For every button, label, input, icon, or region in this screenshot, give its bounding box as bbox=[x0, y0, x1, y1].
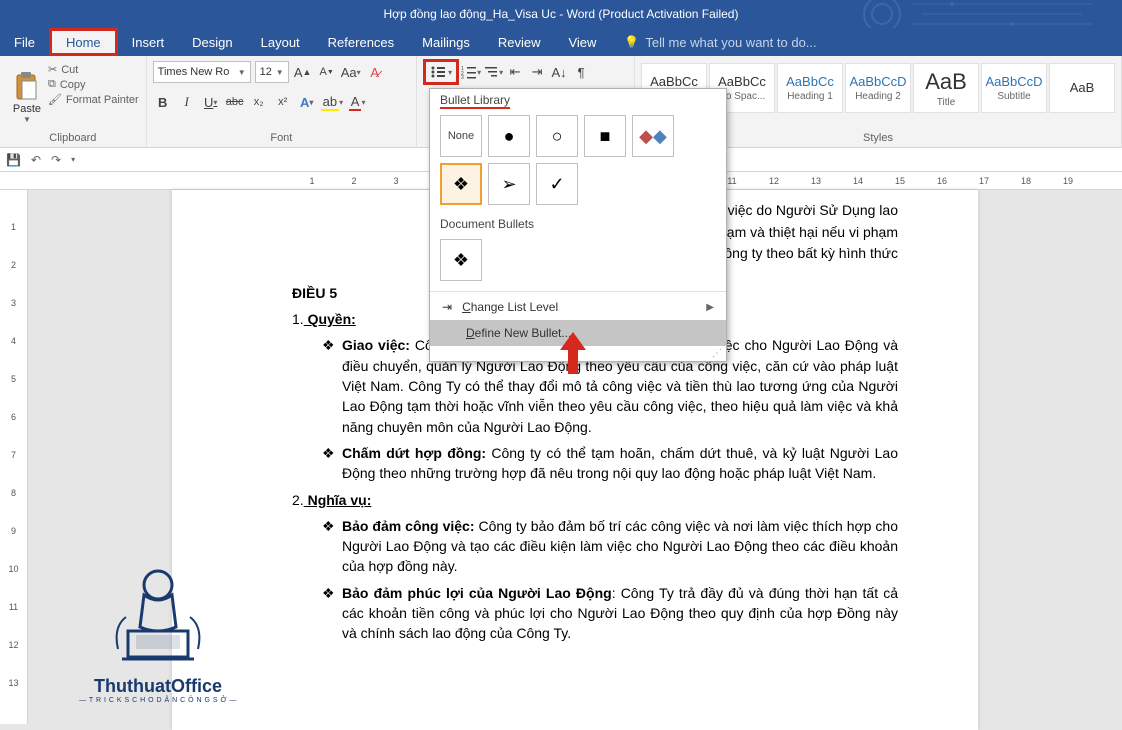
bullet-square[interactable]: ■ bbox=[584, 115, 626, 157]
format-painter-label: Format Painter bbox=[66, 94, 139, 106]
watermark-logo: ThuthuatOffice — T R I C K S C H O D Â N… bbox=[58, 557, 258, 704]
change-list-level-label: hange List Level bbox=[471, 300, 558, 314]
copy-button[interactable]: ⧉ Copy bbox=[48, 78, 139, 91]
indent-icon: ⇥ bbox=[442, 300, 452, 314]
scissors-icon: ✂ bbox=[48, 63, 57, 76]
font-name-value: Times New Ro bbox=[158, 66, 230, 78]
italic-button[interactable]: I bbox=[177, 91, 197, 113]
chevron-right-icon: ▶ bbox=[706, 302, 714, 313]
font-color-button[interactable]: A▾ bbox=[347, 91, 367, 113]
document-bullets-title: Document Bullets bbox=[430, 213, 726, 235]
chevron-down-icon: ▼ bbox=[23, 115, 31, 124]
tab-layout[interactable]: Layout bbox=[247, 28, 314, 56]
style-box[interactable]: AaBbCcDHeading 2 bbox=[845, 63, 911, 113]
show-marks-button[interactable]: ¶ bbox=[571, 61, 591, 83]
menubar: File Home Insert Design Layout Reference… bbox=[0, 28, 1122, 56]
bullet-4diamond[interactable]: ❖ bbox=[440, 163, 482, 205]
doc-section-nghiavu: 2. Nghĩa vụ: bbox=[292, 490, 898, 510]
font-size-combo[interactable]: 12▼ bbox=[255, 61, 289, 83]
underline-button[interactable]: U▾ bbox=[201, 91, 221, 113]
change-case-button[interactable]: Aa▾ bbox=[341, 61, 361, 83]
style-box[interactable]: AaBbCcDSubtitle bbox=[981, 63, 1047, 113]
red-arrow-annotation bbox=[558, 330, 588, 381]
paste-button[interactable]: Paste ▼ bbox=[6, 59, 48, 132]
style-box[interactable]: AaB bbox=[1049, 63, 1115, 113]
subscript-button[interactable]: x₂ bbox=[249, 91, 269, 113]
tab-mailings[interactable]: Mailings bbox=[408, 28, 484, 56]
tab-review[interactable]: Review bbox=[484, 28, 555, 56]
format-painter-button[interactable]: 🖌 Format Painter bbox=[48, 93, 139, 106]
increase-indent-button[interactable]: ⇥ bbox=[527, 61, 547, 83]
define-new-bullet-label: efine New Bullet... bbox=[475, 326, 572, 340]
style-box[interactable]: AaBbCcHeading 1 bbox=[777, 63, 843, 113]
save-icon[interactable]: 💾 bbox=[6, 153, 21, 167]
strikethrough-button[interactable]: abc bbox=[225, 91, 245, 113]
bullet-4diamond-color[interactable]: ◆◆ bbox=[632, 115, 674, 157]
font-group: Times New Ro▼ 12▼ A▲ A▼ Aa▾ A̷ B I U▾ ab… bbox=[147, 56, 417, 148]
style-box[interactable]: AaBTitle bbox=[913, 63, 979, 113]
shrink-font-button[interactable]: A▼ bbox=[317, 61, 337, 83]
text-effects-button[interactable]: A▾ bbox=[297, 91, 317, 113]
clipboard-group: Paste ▼ ✂ Cut ⧉ Copy 🖌 Format Painter Clipb… bbox=[0, 56, 147, 148]
cut-label: Cut bbox=[61, 64, 78, 76]
copy-icon: ⧉ bbox=[48, 78, 56, 91]
tab-home[interactable]: Home bbox=[49, 28, 118, 56]
font-size-value: 12 bbox=[260, 66, 272, 78]
list-item: Chấm dứt hợp đồng: Công ty có thể tạm ho… bbox=[322, 443, 898, 484]
list-item: Bảo đảm phúc lợi của Người Lao Động: Côn… bbox=[322, 583, 898, 644]
tab-design[interactable]: Design bbox=[178, 28, 246, 56]
copy-label: Copy bbox=[60, 79, 86, 91]
paste-label: Paste bbox=[13, 103, 41, 115]
grow-font-button[interactable]: A▲ bbox=[293, 61, 313, 83]
bullet-library-panel: Bullet Library None ● ○ ■ ◆◆ ❖ ➢ ✓ Docum… bbox=[429, 88, 727, 362]
clipboard-label: Clipboard bbox=[6, 132, 140, 146]
watermark-subtitle: — T R I C K S C H O D Â N C Ô N G S Ở — bbox=[58, 697, 258, 704]
qat-more-icon[interactable]: ▾ bbox=[71, 155, 75, 164]
watermark-text: ThuthuatOffice bbox=[58, 676, 258, 697]
change-list-level-menu[interactable]: ⇥ Change List Level ▶ bbox=[430, 294, 726, 320]
bulb-icon: 💡 bbox=[624, 35, 639, 49]
decrease-indent-button[interactable]: ⇤ bbox=[505, 61, 525, 83]
bullet-check[interactable]: ✓ bbox=[536, 163, 578, 205]
list-item: Bảo đảm công việc: Công ty bảo đảm bố tr… bbox=[322, 516, 898, 577]
paste-icon bbox=[13, 71, 41, 101]
cut-button[interactable]: ✂ Cut bbox=[48, 63, 139, 76]
font-label: Font bbox=[153, 132, 410, 146]
highlight-button[interactable]: ab▾ bbox=[321, 91, 343, 113]
redo-icon[interactable]: ↷ bbox=[51, 153, 61, 167]
bullet-circle[interactable]: ○ bbox=[536, 115, 578, 157]
tab-references[interactable]: References bbox=[314, 28, 408, 56]
multilevel-button[interactable]: ▾ bbox=[483, 61, 503, 83]
doc-bullet-4diamond[interactable]: ❖ bbox=[440, 239, 482, 281]
window-title: Hợp đồng lao động_Ha_Visa Uc - Word (Pro… bbox=[384, 7, 739, 21]
font-name-combo[interactable]: Times New Ro▼ bbox=[153, 61, 251, 83]
tell-me-input[interactable]: 💡 Tell me what you want to do... bbox=[610, 28, 830, 56]
bold-button[interactable]: B bbox=[153, 91, 173, 113]
sort-button[interactable]: A↓ bbox=[549, 61, 569, 83]
bullets-button[interactable]: ▾ bbox=[423, 59, 459, 85]
tab-insert[interactable]: Insert bbox=[118, 28, 179, 56]
bullet-disc[interactable]: ● bbox=[488, 115, 530, 157]
tab-file[interactable]: File bbox=[0, 28, 49, 56]
bullets-icon bbox=[430, 65, 446, 79]
bullet-arrow[interactable]: ➢ bbox=[488, 163, 530, 205]
titlebar-decoration bbox=[852, 0, 1102, 28]
bullet-none[interactable]: None bbox=[440, 115, 482, 157]
svg-text:3: 3 bbox=[461, 75, 464, 79]
vertical-ruler[interactable]: 12345678910111213 bbox=[0, 190, 28, 724]
tab-view[interactable]: View bbox=[554, 28, 610, 56]
bullet-library-title: Bullet Library bbox=[440, 93, 510, 109]
superscript-button[interactable]: x² bbox=[273, 91, 293, 113]
tell-me-placeholder: Tell me what you want to do... bbox=[645, 35, 816, 50]
clear-formatting-button[interactable]: A̷ bbox=[365, 61, 385, 83]
undo-icon[interactable]: ↶ bbox=[31, 153, 41, 167]
numbering-button[interactable]: 123▾ bbox=[461, 61, 481, 83]
brush-icon: 🖌 bbox=[48, 93, 62, 106]
